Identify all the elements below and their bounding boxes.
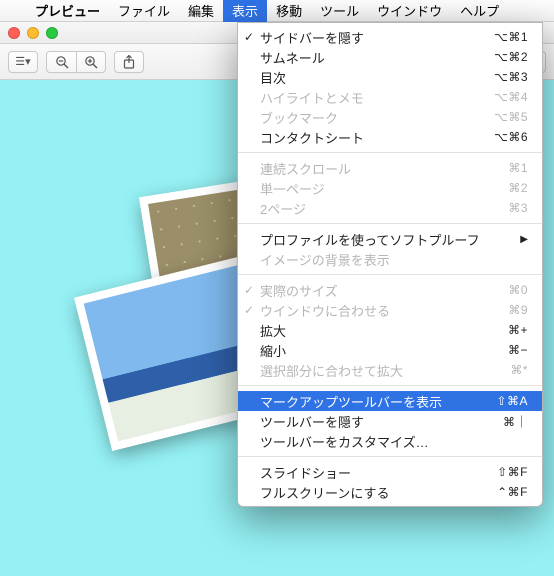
menu-item-shortcut: ⌥⌘2 xyxy=(494,50,528,64)
menu-view[interactable]: 表示 xyxy=(223,0,267,22)
menu-item-shortcut: ⌥⌘1 xyxy=(494,30,528,44)
menu-item: ブックマーク ⌥⌘5 xyxy=(238,107,542,127)
menu-edit[interactable]: 編集 xyxy=(179,0,223,22)
minimize-window-button[interactable] xyxy=(27,27,39,39)
checkmark-icon: ✓ xyxy=(244,283,254,297)
menu-item[interactable]: ツールバーを隠す ⌘｜ xyxy=(238,411,542,431)
close-window-button[interactable] xyxy=(8,27,20,39)
menu-item-label: コンタクトシート xyxy=(260,128,364,147)
menu-item-shortcut: ⌘2 xyxy=(508,181,528,195)
sidebar-toggle-button[interactable]: ☰▾ xyxy=(8,51,38,73)
menu-separator xyxy=(238,456,542,457)
menu-item-label: 選択部分に合わせて拡大 xyxy=(260,361,403,380)
menu-item-shortcut: ⌥⌘6 xyxy=(494,130,528,144)
menu-item[interactable]: プロファイルを使ってソフトプルーフ ▶ xyxy=(238,229,542,249)
menu-item[interactable]: 拡大 ⌘+ xyxy=(238,320,542,340)
magnifier-minus-icon xyxy=(55,55,69,69)
menu-item-shortcut: ⌥⌘5 xyxy=(494,110,528,124)
menu-item-label: ツールバーを隠す xyxy=(260,412,364,431)
zoom-window-button[interactable] xyxy=(46,27,58,39)
menu-separator xyxy=(238,385,542,386)
menu-item-label: 目次 xyxy=(260,68,286,87)
magnifier-plus-icon xyxy=(84,55,98,69)
menu-item-label: イメージの背景を表示 xyxy=(260,250,390,269)
menu-separator xyxy=(238,152,542,153)
menu-item-shortcut: ⇧⌘A xyxy=(496,394,528,408)
menu-item-label: スライドショー xyxy=(260,463,351,482)
menu-file[interactable]: ファイル xyxy=(109,0,179,22)
menu-item: イメージの背景を表示 xyxy=(238,249,542,269)
menu-item: 2ページ ⌘3 xyxy=(238,198,542,218)
menu-item-label: ウインドウに合わせる xyxy=(260,301,390,320)
menu-item-label: 2ページ xyxy=(260,199,306,218)
menu-item-shortcut: ⌥⌘4 xyxy=(494,90,528,104)
menu-item-shortcut: ⌃⌘F xyxy=(497,485,528,499)
zoom-button-group xyxy=(46,51,106,73)
menu-item-label: 縮小 xyxy=(260,341,286,360)
menu-item-label: プロファイルを使ってソフトプルーフ xyxy=(260,230,480,249)
menu-item[interactable]: 縮小 ⌘− xyxy=(238,340,542,360)
menu-item-label: ハイライトとメモ xyxy=(260,88,364,107)
menu-item-label: 実際のサイズ xyxy=(260,281,338,300)
menu-item-shortcut: ⌘3 xyxy=(508,201,528,215)
app-menu[interactable]: プレビュー xyxy=(26,0,109,22)
menubar: プレビュー ファイル 編集 表示 移動 ツール ウインドウ ヘルプ xyxy=(0,0,554,22)
menu-separator xyxy=(238,223,542,224)
menu-separator xyxy=(238,274,542,275)
menu-item[interactable]: コンタクトシート ⌥⌘6 xyxy=(238,127,542,147)
menu-item: 単一ページ ⌘2 xyxy=(238,178,542,198)
menu-item-shortcut: ⌘0 xyxy=(508,283,528,297)
menu-item[interactable]: サムネール ⌥⌘2 xyxy=(238,47,542,67)
submenu-arrow-icon: ▶ xyxy=(520,234,528,245)
menu-item-label: サムネール xyxy=(260,48,325,67)
menu-item-label: サイドバーを隠す xyxy=(260,28,364,47)
menu-item-label: 拡大 xyxy=(260,321,286,340)
menu-item: 連続スクロール ⌘1 xyxy=(238,158,542,178)
menu-item[interactable]: ✓ サイドバーを隠す ⌥⌘1 xyxy=(238,27,542,47)
menu-item-label: フルスクリーンにする xyxy=(260,483,389,502)
menu-item-shortcut: ⌘9 xyxy=(508,303,528,317)
menu-item-shortcut: ⇧⌘F xyxy=(497,465,528,479)
menu-item-label: ブックマーク xyxy=(260,108,338,127)
menu-item: ハイライトとメモ ⌥⌘4 xyxy=(238,87,542,107)
checkmark-icon: ✓ xyxy=(244,303,254,317)
menu-item[interactable]: ツールバーをカスタマイズ… xyxy=(238,431,542,451)
view-menu-dropdown: ✓ サイドバーを隠す ⌥⌘1 サムネール ⌥⌘2 目次 ⌥⌘3 ハイライトとメモ ⌥⌘4 ブックマ… xyxy=(237,22,543,507)
menu-item: ✓ 実際のサイズ ⌘0 xyxy=(238,280,542,300)
menu-item-label: ツールバーをカスタマイズ… xyxy=(260,432,429,451)
zoom-out-button[interactable] xyxy=(46,51,76,73)
menu-item-shortcut: ⌘1 xyxy=(508,161,528,175)
zoom-in-button[interactable] xyxy=(76,51,106,73)
menu-item-shortcut: ⌥⌘3 xyxy=(494,70,528,84)
menu-item[interactable]: マークアップツールバーを表示 ⇧⌘A xyxy=(238,391,542,411)
menu-item-label: マークアップツールバーを表示 xyxy=(260,392,442,411)
menu-tools[interactable]: ツール xyxy=(311,0,368,22)
menu-go[interactable]: 移動 xyxy=(267,0,311,22)
menu-item[interactable]: フルスクリーンにする ⌃⌘F xyxy=(238,482,542,502)
menu-item-shortcut: ⌘− xyxy=(508,343,528,357)
menu-help[interactable]: ヘルプ xyxy=(451,0,508,22)
menu-item[interactable]: 目次 ⌥⌘3 xyxy=(238,67,542,87)
menu-item-shortcut: ⌘+ xyxy=(508,323,528,337)
share-icon xyxy=(123,55,135,69)
menu-window[interactable]: ウインドウ xyxy=(368,0,451,22)
checkmark-icon: ✓ xyxy=(244,30,254,44)
menu-item-label: 単一ページ xyxy=(260,179,325,198)
menu-item[interactable]: スライドショー ⇧⌘F xyxy=(238,462,542,482)
menu-item-shortcut: ⌘* xyxy=(510,363,528,377)
menu-item-label: 連続スクロール xyxy=(260,159,351,178)
menu-item: ✓ ウインドウに合わせる ⌘9 xyxy=(238,300,542,320)
menu-item-shortcut: ⌘｜ xyxy=(503,413,528,430)
menu-item: 選択部分に合わせて拡大 ⌘* xyxy=(238,360,542,380)
share-button[interactable] xyxy=(114,51,144,73)
